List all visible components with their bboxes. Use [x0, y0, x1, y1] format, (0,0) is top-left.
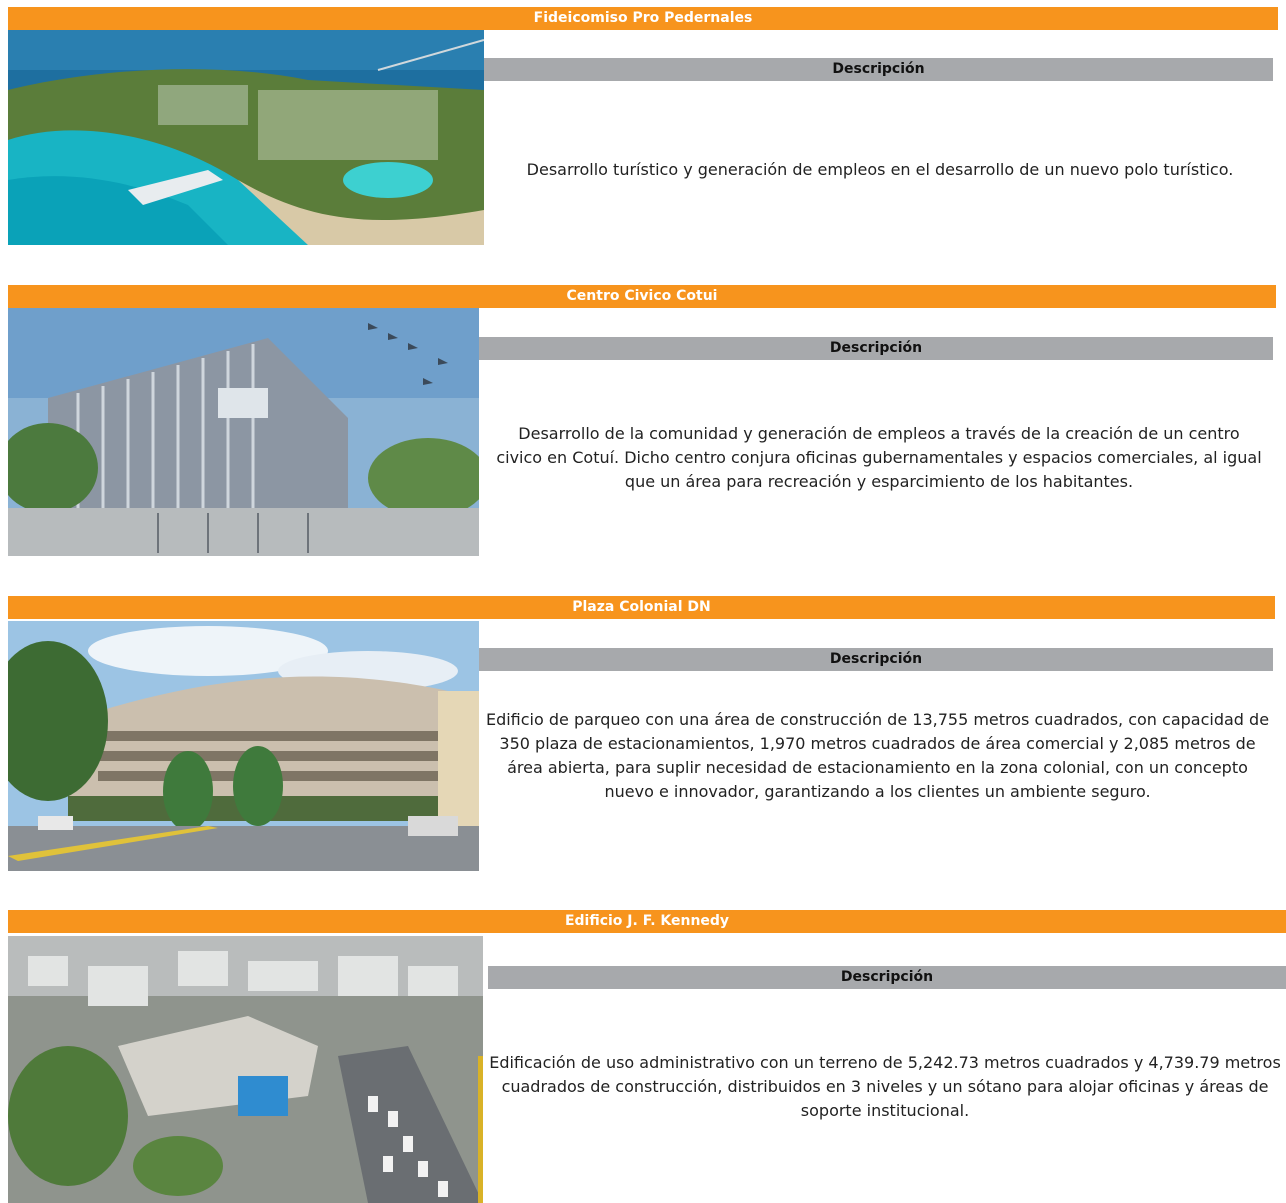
project-title: Centro Civico Cotui: [8, 285, 1276, 308]
project-title: Fideicomiso Pro Pedernales: [8, 7, 1278, 30]
aerial-resort-coastline-image: [8, 30, 484, 245]
description-header: Descripción: [488, 966, 1286, 989]
description-text: Desarrollo de la comunidad y generación …: [496, 424, 1262, 491]
project-description: Desarrollo de la comunidad y generación …: [494, 422, 1264, 494]
project-card-pedernales: Fideicomiso Pro Pedernales Descripción D…: [8, 7, 1278, 247]
description-header: Descripción: [484, 58, 1273, 81]
description-text: Edificación de uso administrativo con un…: [489, 1053, 1281, 1120]
project-description: Desarrollo turístico y generación de emp…: [482, 158, 1278, 182]
project-card-kennedy: Edificio J. F. Kennedy Descripción Edifi…: [8, 910, 1286, 1203]
description-header: Descripción: [479, 648, 1273, 671]
project-card-cotui: Centro Civico Cotui Descripción Desarrol…: [8, 285, 1276, 560]
description-text: Desarrollo turístico y generación de emp…: [526, 160, 1234, 179]
project-card-plaza-colonial: Plaza Colonial DN Descripción Edificio d…: [8, 596, 1275, 872]
civic-center-building-image: [8, 308, 479, 556]
project-title: Edificio J. F. Kennedy: [8, 910, 1286, 933]
aerial-city-building-image: [8, 936, 483, 1203]
description-text: Edificio de parqueo con una área de cons…: [485, 710, 1270, 801]
project-description: Edificio de parqueo con una área de cons…: [480, 708, 1275, 804]
description-header: Descripción: [479, 337, 1273, 360]
parking-building-image: [8, 621, 479, 871]
project-title: Plaza Colonial DN: [8, 596, 1275, 619]
project-description: Edificación de uso administrativo con un…: [484, 1051, 1286, 1123]
